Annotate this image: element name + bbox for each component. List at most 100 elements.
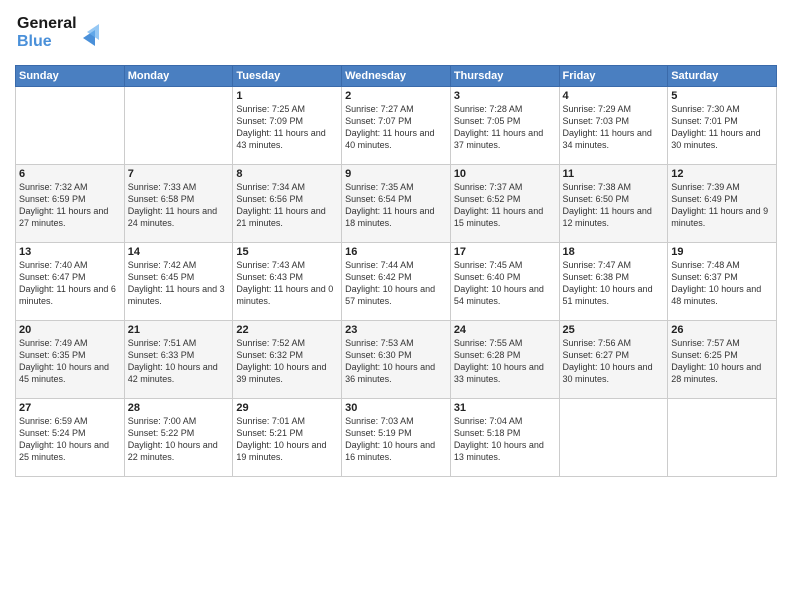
sunset-time: Sunset: 6:35 PM [19,350,86,360]
daylight-hours: Daylight: 11 hours and 30 minutes. [671,128,760,150]
sunrise-time: Sunrise: 7:29 AM [563,104,632,114]
sunrise-time: Sunrise: 7:42 AM [128,260,197,270]
calendar-cell: 31 Sunrise: 7:04 AM Sunset: 5:18 PM Dayl… [450,399,559,477]
calendar-cell: 2 Sunrise: 7:27 AM Sunset: 7:07 PM Dayli… [342,87,451,165]
calendar-cell: 5 Sunrise: 7:30 AM Sunset: 7:01 PM Dayli… [668,87,777,165]
calendar-cell: 15 Sunrise: 7:43 AM Sunset: 6:43 PM Dayl… [233,243,342,321]
logo: General Blue [15,10,105,57]
sunset-time: Sunset: 5:21 PM [236,428,303,438]
sunrise-time: Sunrise: 7:44 AM [345,260,414,270]
daylight-hours: Daylight: 11 hours and 9 minutes. [671,206,768,228]
weekday-header-row: SundayMondayTuesdayWednesdayThursdayFrid… [16,66,777,87]
sunrise-time: Sunrise: 7:35 AM [345,182,414,192]
calendar-cell: 13 Sunrise: 7:40 AM Sunset: 6:47 PM Dayl… [16,243,125,321]
calendar-cell: 17 Sunrise: 7:45 AM Sunset: 6:40 PM Dayl… [450,243,559,321]
calendar-cell: 29 Sunrise: 7:01 AM Sunset: 5:21 PM Dayl… [233,399,342,477]
day-number: 21 [128,324,230,336]
calendar-cell: 21 Sunrise: 7:51 AM Sunset: 6:33 PM Dayl… [124,321,233,399]
day-number: 25 [563,324,665,336]
day-info: Sunrise: 6:59 AM Sunset: 5:24 PM Dayligh… [19,415,121,464]
day-number: 5 [671,90,773,102]
weekday-header-sunday: Sunday [16,66,125,87]
weekday-header-monday: Monday [124,66,233,87]
calendar-cell: 23 Sunrise: 7:53 AM Sunset: 6:30 PM Dayl… [342,321,451,399]
logo-text: General Blue [15,10,105,57]
sunset-time: Sunset: 5:24 PM [19,428,86,438]
sunset-time: Sunset: 5:19 PM [345,428,412,438]
sunset-time: Sunset: 7:03 PM [563,116,630,126]
calendar-cell: 25 Sunrise: 7:56 AM Sunset: 6:27 PM Dayl… [559,321,668,399]
week-row-5: 27 Sunrise: 6:59 AM Sunset: 5:24 PM Dayl… [16,399,777,477]
calendar-cell: 20 Sunrise: 7:49 AM Sunset: 6:35 PM Dayl… [16,321,125,399]
week-row-3: 13 Sunrise: 7:40 AM Sunset: 6:47 PM Dayl… [16,243,777,321]
day-number: 16 [345,246,447,258]
sunrise-time: Sunrise: 7:45 AM [454,260,523,270]
calendar-cell: 22 Sunrise: 7:52 AM Sunset: 6:32 PM Dayl… [233,321,342,399]
day-number: 3 [454,90,556,102]
day-number: 6 [19,168,121,180]
sunset-time: Sunset: 6:40 PM [454,272,521,282]
sunrise-time: Sunrise: 6:59 AM [19,416,88,426]
calendar-cell: 26 Sunrise: 7:57 AM Sunset: 6:25 PM Dayl… [668,321,777,399]
sunrise-time: Sunrise: 7:39 AM [671,182,740,192]
sunset-time: Sunset: 6:56 PM [236,194,303,204]
calendar-cell: 14 Sunrise: 7:42 AM Sunset: 6:45 PM Dayl… [124,243,233,321]
day-info: Sunrise: 7:56 AM Sunset: 6:27 PM Dayligh… [563,337,665,386]
sunset-time: Sunset: 6:38 PM [563,272,630,282]
day-info: Sunrise: 7:57 AM Sunset: 6:25 PM Dayligh… [671,337,773,386]
calendar-cell: 8 Sunrise: 7:34 AM Sunset: 6:56 PM Dayli… [233,165,342,243]
day-number: 23 [345,324,447,336]
sunset-time: Sunset: 6:58 PM [128,194,195,204]
daylight-hours: Daylight: 11 hours and 27 minutes. [19,206,108,228]
day-number: 4 [563,90,665,102]
day-number: 22 [236,324,338,336]
day-number: 20 [19,324,121,336]
daylight-hours: Daylight: 10 hours and 42 minutes. [128,362,218,384]
daylight-hours: Daylight: 10 hours and 22 minutes. [128,440,218,462]
daylight-hours: Daylight: 10 hours and 30 minutes. [563,362,653,384]
day-number: 11 [563,168,665,180]
day-info: Sunrise: 7:30 AM Sunset: 7:01 PM Dayligh… [671,103,773,152]
daylight-hours: Daylight: 10 hours and 39 minutes. [236,362,326,384]
day-info: Sunrise: 7:43 AM Sunset: 6:43 PM Dayligh… [236,259,338,308]
sunset-time: Sunset: 6:30 PM [345,350,412,360]
day-info: Sunrise: 7:42 AM Sunset: 6:45 PM Dayligh… [128,259,230,308]
day-info: Sunrise: 7:27 AM Sunset: 7:07 PM Dayligh… [345,103,447,152]
sunrise-time: Sunrise: 7:03 AM [345,416,414,426]
sunset-time: Sunset: 7:07 PM [345,116,412,126]
sunrise-time: Sunrise: 7:47 AM [563,260,632,270]
calendar-cell [559,399,668,477]
day-number: 9 [345,168,447,180]
sunrise-time: Sunrise: 7:33 AM [128,182,197,192]
day-info: Sunrise: 7:04 AM Sunset: 5:18 PM Dayligh… [454,415,556,464]
day-info: Sunrise: 7:48 AM Sunset: 6:37 PM Dayligh… [671,259,773,308]
sunset-time: Sunset: 7:09 PM [236,116,303,126]
sunrise-time: Sunrise: 7:43 AM [236,260,305,270]
day-info: Sunrise: 7:32 AM Sunset: 6:59 PM Dayligh… [19,181,121,230]
week-row-4: 20 Sunrise: 7:49 AM Sunset: 6:35 PM Dayl… [16,321,777,399]
weekday-header-saturday: Saturday [668,66,777,87]
day-number: 2 [345,90,447,102]
sunrise-time: Sunrise: 7:04 AM [454,416,523,426]
sunset-time: Sunset: 6:45 PM [128,272,195,282]
day-number: 19 [671,246,773,258]
sunset-time: Sunset: 6:27 PM [563,350,630,360]
calendar-cell: 12 Sunrise: 7:39 AM Sunset: 6:49 PM Dayl… [668,165,777,243]
calendar-cell [668,399,777,477]
sunrise-time: Sunrise: 7:38 AM [563,182,632,192]
calendar-cell: 16 Sunrise: 7:44 AM Sunset: 6:42 PM Dayl… [342,243,451,321]
day-info: Sunrise: 7:51 AM Sunset: 6:33 PM Dayligh… [128,337,230,386]
calendar-cell: 30 Sunrise: 7:03 AM Sunset: 5:19 PM Dayl… [342,399,451,477]
sunrise-time: Sunrise: 7:49 AM [19,338,88,348]
daylight-hours: Daylight: 10 hours and 48 minutes. [671,284,761,306]
sunrise-time: Sunrise: 7:53 AM [345,338,414,348]
day-number: 28 [128,402,230,414]
sunset-time: Sunset: 7:01 PM [671,116,738,126]
sunrise-time: Sunrise: 7:32 AM [19,182,88,192]
weekday-header-friday: Friday [559,66,668,87]
day-number: 30 [345,402,447,414]
day-info: Sunrise: 7:28 AM Sunset: 7:05 PM Dayligh… [454,103,556,152]
sunset-time: Sunset: 6:52 PM [454,194,521,204]
weekday-header-wednesday: Wednesday [342,66,451,87]
day-number: 15 [236,246,338,258]
